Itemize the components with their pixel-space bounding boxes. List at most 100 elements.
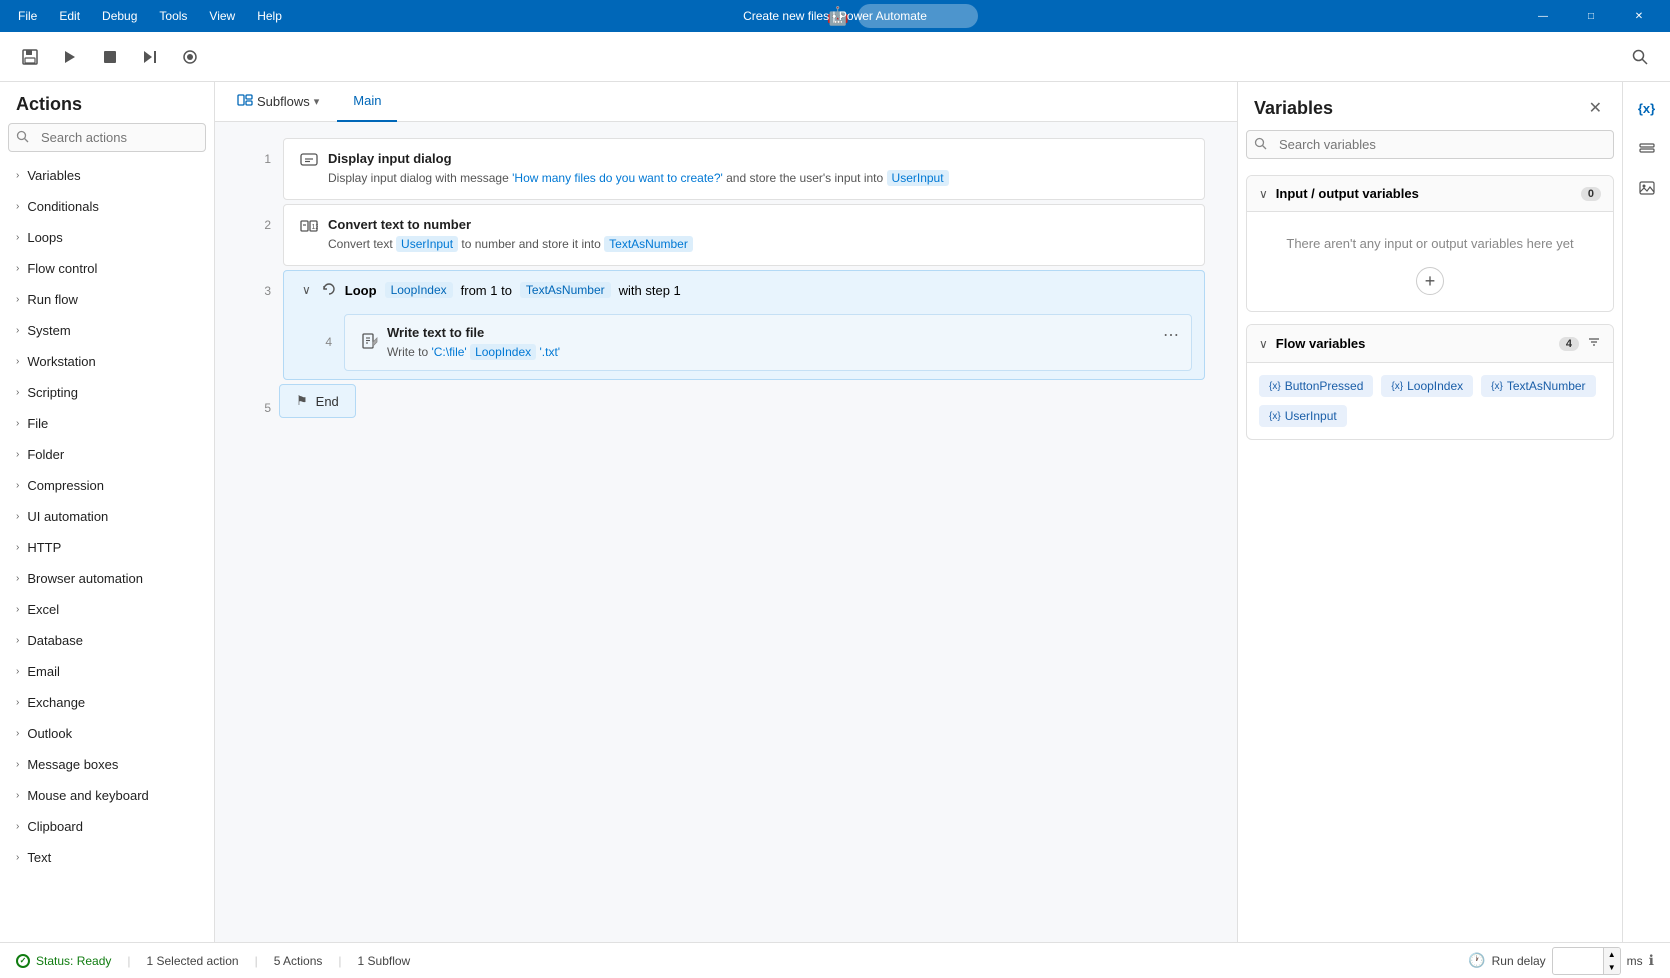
- io-collapse-icon: ∨: [1259, 187, 1268, 201]
- menu-help[interactable]: Help: [247, 5, 292, 27]
- step-2-var2: TextAsNumber: [604, 236, 693, 252]
- layers-button[interactable]: [1629, 130, 1665, 166]
- chevron-icon: ›: [16, 666, 19, 677]
- chevron-icon: ›: [16, 604, 19, 615]
- search-flow-button[interactable]: [1622, 39, 1658, 75]
- loop-header: ∨ Loop LoopIndex from 1 to TextAsNumber: [284, 271, 1204, 310]
- selected-action-count: 1 Selected action: [147, 954, 239, 968]
- content-area: Actions › Variables › Conditionals: [0, 82, 1670, 942]
- io-section-body: There aren't any input or output variabl…: [1247, 212, 1613, 311]
- flow-canvas[interactable]: 1 Display input dialog: [215, 122, 1237, 942]
- flow-var-button-pressed[interactable]: {x} ButtonPressed: [1259, 375, 1373, 397]
- close-button[interactable]: ✕: [1616, 0, 1662, 32]
- flow-vars-collapse-icon: ∨: [1259, 337, 1268, 351]
- search-variables-input[interactable]: [1246, 130, 1614, 159]
- var-icon: {x}: [1491, 381, 1503, 392]
- run-button[interactable]: [52, 39, 88, 75]
- subflows-button[interactable]: Subflows ▾: [227, 88, 329, 115]
- record-button[interactable]: [172, 39, 208, 75]
- run-delay-down-button[interactable]: ▼: [1604, 961, 1620, 974]
- run-delay-value-input[interactable]: 100: [1553, 952, 1603, 970]
- action-item-ui-automation[interactable]: › UI automation: [0, 501, 214, 532]
- variables-close-button[interactable]: ✕: [1585, 94, 1606, 122]
- action-item-http[interactable]: › HTTP: [0, 532, 214, 563]
- io-add-variable-button[interactable]: +: [1416, 267, 1444, 295]
- action-item-exchange[interactable]: › Exchange: [0, 687, 214, 718]
- action-item-folder[interactable]: › Folder: [0, 439, 214, 470]
- tab-main[interactable]: Main: [337, 82, 397, 122]
- save-button[interactable]: [12, 39, 48, 75]
- flow-vars-header[interactable]: ∨ Flow variables 4: [1247, 325, 1613, 363]
- action-item-system[interactable]: › System: [0, 315, 214, 346]
- next-step-button[interactable]: [132, 39, 168, 75]
- nested-step-card[interactable]: Write text to file Write to 'C:\file' Lo…: [344, 314, 1192, 372]
- variables-panel-toggle-button[interactable]: {x}: [1629, 90, 1665, 126]
- action-item-flow-control[interactable]: › Flow control: [0, 253, 214, 284]
- action-item-file[interactable]: › File: [0, 408, 214, 439]
- chevron-icon: ›: [16, 852, 19, 863]
- step-number-3: 3: [247, 270, 271, 298]
- nested-step-more-button[interactable]: ⋯: [1159, 323, 1183, 347]
- action-item-variables[interactable]: › Variables: [0, 160, 214, 191]
- menu-view[interactable]: View: [199, 5, 245, 27]
- flow-vars-count-badge: 4: [1559, 337, 1579, 351]
- end-flag-icon: ⚑: [296, 393, 308, 409]
- chevron-icon: ›: [16, 356, 19, 367]
- flow-var-user-input[interactable]: {x} UserInput: [1259, 405, 1347, 427]
- var-icon: {x}: [1269, 411, 1281, 422]
- step-1-title: Display input dialog: [328, 151, 949, 166]
- step-1-var1: 'How many files do you want to create?': [512, 171, 723, 185]
- chevron-icon: ›: [16, 325, 19, 336]
- minimize-button[interactable]: —: [1520, 0, 1566, 32]
- chevron-icon: ›: [16, 449, 19, 460]
- image-button[interactable]: [1629, 170, 1665, 206]
- menu-debug[interactable]: Debug: [92, 5, 147, 27]
- maximize-button[interactable]: □: [1568, 0, 1614, 32]
- chevron-icon: ›: [16, 790, 19, 801]
- action-item-browser-automation[interactable]: › Browser automation: [0, 563, 214, 594]
- stop-button[interactable]: [92, 39, 128, 75]
- action-item-email[interactable]: › Email: [0, 656, 214, 687]
- end-block[interactable]: ⚑ End: [279, 384, 356, 418]
- actions-title: Actions: [0, 82, 214, 123]
- action-item-clipboard[interactable]: › Clipboard: [0, 811, 214, 842]
- flow-var-text-as-number[interactable]: {x} TextAsNumber: [1481, 375, 1595, 397]
- ms-label: ms: [1627, 954, 1643, 968]
- nested-var1: 'C:\file': [431, 345, 466, 359]
- flow-var-loop-index[interactable]: {x} LoopIndex: [1381, 375, 1473, 397]
- action-item-database[interactable]: › Database: [0, 625, 214, 656]
- action-item-run-flow[interactable]: › Run flow: [0, 284, 214, 315]
- action-item-conditionals[interactable]: › Conditionals: [0, 191, 214, 222]
- chevron-icon: ›: [16, 573, 19, 584]
- action-item-workstation[interactable]: › Workstation: [0, 346, 214, 377]
- run-delay-section: 🕐 Run delay 100 ▲ ▼ ms ℹ: [1468, 947, 1654, 975]
- action-item-outlook[interactable]: › Outlook: [0, 718, 214, 749]
- action-item-text[interactable]: › Text: [0, 842, 214, 873]
- run-delay-info-button[interactable]: ℹ: [1649, 952, 1654, 969]
- flow-tabs: Subflows ▾ Main: [215, 82, 1237, 122]
- menu-tools[interactable]: Tools: [149, 5, 197, 27]
- action-item-message-boxes[interactable]: › Message boxes: [0, 749, 214, 780]
- chevron-icon: ›: [16, 232, 19, 243]
- input-output-header[interactable]: ∨ Input / output variables 0: [1247, 176, 1613, 212]
- loop-collapse-button[interactable]: ∨: [300, 281, 313, 299]
- action-item-excel[interactable]: › Excel: [0, 594, 214, 625]
- clock-icon: 🕐: [1468, 952, 1485, 969]
- step-card-1[interactable]: Display input dialog Display input dialo…: [283, 138, 1205, 200]
- loop-card[interactable]: ∨ Loop LoopIndex from 1 to TextAsNumber: [283, 270, 1205, 381]
- flow-vars-filter-button[interactable]: [1587, 335, 1601, 352]
- action-item-loops[interactable]: › Loops: [0, 222, 214, 253]
- menu-edit[interactable]: Edit: [49, 5, 90, 27]
- run-delay-up-button[interactable]: ▲: [1604, 948, 1620, 961]
- search-actions-input[interactable]: [8, 123, 206, 152]
- nested-step-desc: Write to 'C:\file' LoopIndex '.txt': [387, 344, 560, 361]
- step-card-2[interactable]: 12 Convert text to number Convert text U…: [283, 204, 1205, 266]
- action-item-compression[interactable]: › Compression: [0, 470, 214, 501]
- action-item-mouse-keyboard[interactable]: › Mouse and keyboard: [0, 780, 214, 811]
- io-count-badge: 0: [1581, 187, 1601, 201]
- menu-file[interactable]: File: [8, 5, 47, 27]
- dialog-icon: [300, 151, 318, 174]
- action-item-scripting[interactable]: › Scripting: [0, 377, 214, 408]
- run-delay-label: Run delay: [1492, 954, 1546, 968]
- actions-search-container: [8, 123, 206, 152]
